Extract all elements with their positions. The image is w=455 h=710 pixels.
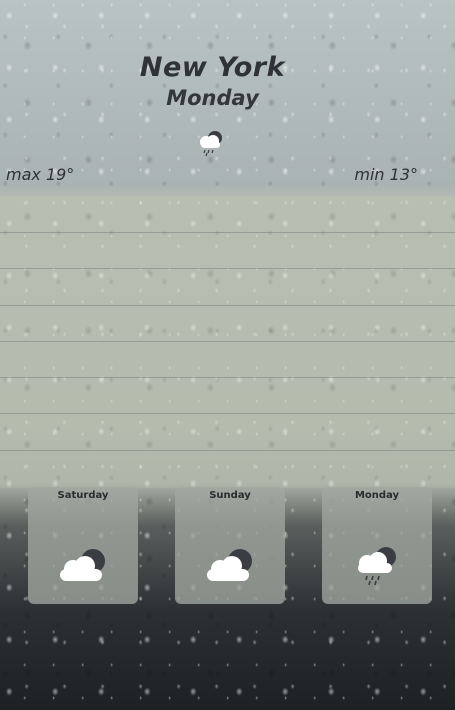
cloud-rain-icon xyxy=(200,131,222,157)
city-name: New York xyxy=(139,52,286,83)
cloud-partly-icon xyxy=(207,549,252,581)
divider-line xyxy=(0,268,455,269)
forecast-card-monday[interactable]: Monday xyxy=(322,487,432,604)
forecast-day-label: Sunday xyxy=(209,490,251,501)
hourly-lines-panel xyxy=(0,196,455,488)
min-temperature: min 13° xyxy=(354,165,418,184)
divider-line xyxy=(0,232,455,233)
divider-line xyxy=(0,413,455,414)
forecast-day-label: Saturday xyxy=(57,490,109,501)
forecast-row: Saturday Sunday Monday xyxy=(0,487,455,607)
forecast-day-label: Monday xyxy=(354,490,400,501)
divider-line xyxy=(0,377,455,378)
divider-line xyxy=(0,305,455,306)
cloud-rain-icon xyxy=(358,547,396,586)
current-day: Monday xyxy=(166,86,259,110)
forecast-card-saturday[interactable]: Saturday xyxy=(28,487,138,604)
divider-line xyxy=(0,341,455,342)
divider-line xyxy=(0,450,455,451)
forecast-card-sunday[interactable]: Sunday xyxy=(175,487,285,604)
current-weather-header: New York Monday max 19° min 13° xyxy=(0,0,455,196)
cloud-partly-icon xyxy=(60,549,105,581)
max-temperature: max 19° xyxy=(6,165,75,184)
